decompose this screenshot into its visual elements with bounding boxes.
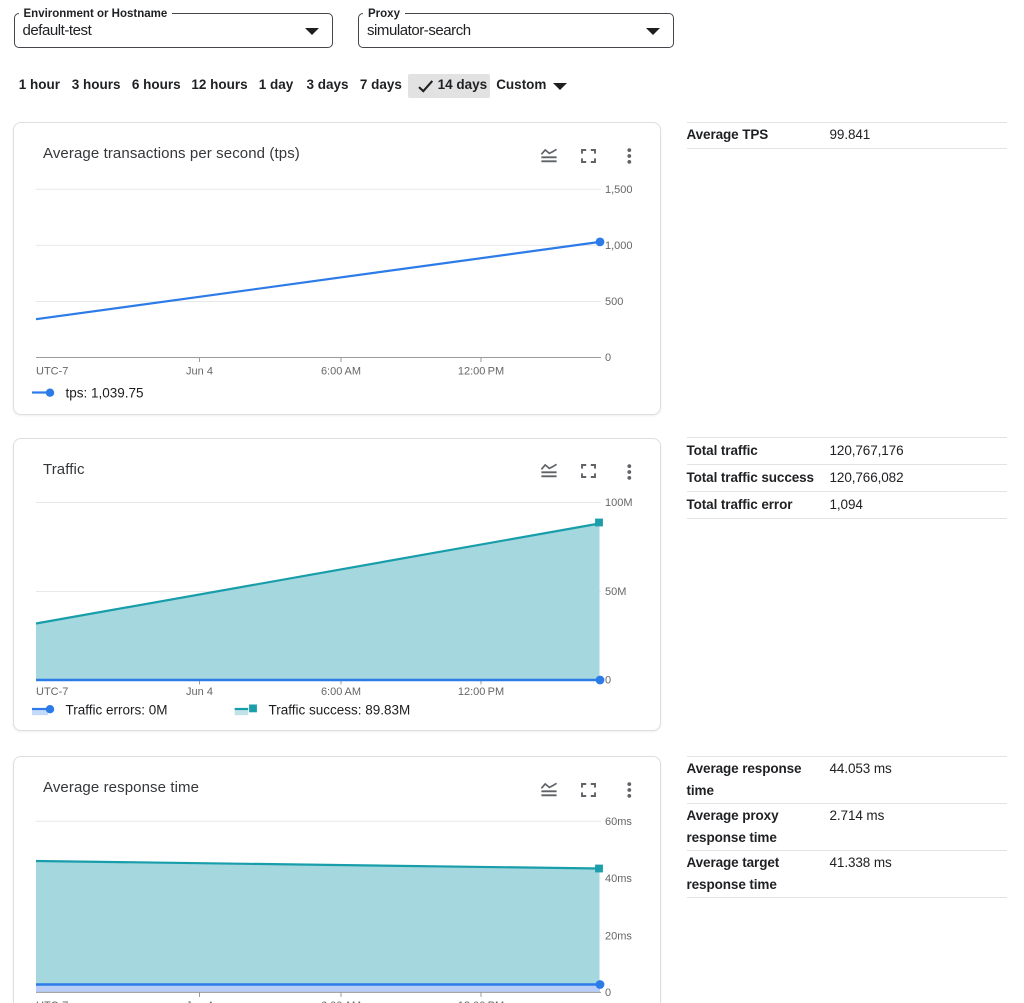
svg-text:40ms: 40ms — [605, 873, 632, 885]
svg-text:1,500: 1,500 — [605, 184, 633, 196]
svg-text:Traffic errors: 0M: Traffic errors: 0M — [66, 702, 168, 717]
svg-text:6:00 AM: 6:00 AM — [321, 366, 361, 378]
svg-text:UTC-7: UTC-7 — [36, 366, 68, 378]
svg-text:100M: 100M — [605, 497, 633, 509]
svg-text:500: 500 — [605, 296, 623, 308]
svg-text:0: 0 — [605, 674, 611, 686]
svg-text:tps: 1,039.75: tps: 1,039.75 — [66, 386, 144, 401]
svg-text:20ms: 20ms — [605, 931, 632, 943]
svg-text:0: 0 — [605, 987, 611, 999]
svg-text:6:00 AM: 6:00 AM — [321, 686, 361, 698]
svg-text:0: 0 — [605, 352, 611, 364]
svg-text:50M: 50M — [605, 586, 626, 598]
svg-text:60ms: 60ms — [605, 816, 632, 828]
svg-text:Jun 4: Jun 4 — [186, 366, 213, 378]
svg-text:12:00 PM: 12:00 PM — [458, 686, 504, 698]
svg-text:Jun 4: Jun 4 — [186, 686, 213, 698]
svg-text:12:00 PM: 12:00 PM — [458, 366, 504, 378]
svg-text:UTC-7: UTC-7 — [36, 686, 68, 698]
svg-text:Traffic success: 89.83M: Traffic success: 89.83M — [269, 702, 411, 717]
svg-text:1,000: 1,000 — [605, 240, 633, 252]
